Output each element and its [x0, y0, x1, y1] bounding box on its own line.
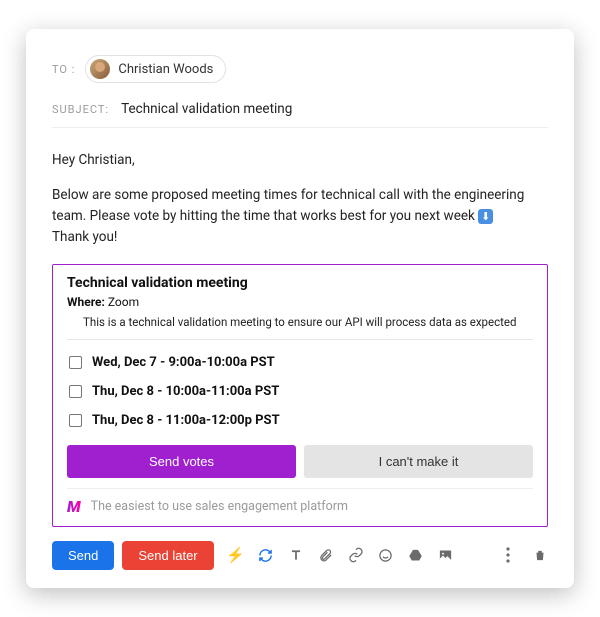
- poll-option-label: Thu, Dec 8 - 10:00a-11:00a PST: [92, 384, 279, 399]
- toolbar-right: [500, 547, 548, 563]
- poll-footer-tagline: The easiest to use sales engagement plat…: [91, 499, 348, 514]
- drive-icon[interactable]: [408, 547, 424, 563]
- link-icon[interactable]: [348, 547, 364, 563]
- send-button[interactable]: Send: [52, 541, 114, 570]
- poll-option[interactable]: Thu, Dec 8 - 10:00a-11:00a PST: [67, 377, 533, 406]
- meeting-poll: Technical validation meeting Where: Zoom…: [52, 264, 548, 527]
- to-row: TO : Christian Woods: [52, 55, 548, 83]
- poll-option[interactable]: Thu, Dec 8 - 11:00a-12:00p PST: [67, 406, 533, 435]
- trash-icon[interactable]: [532, 547, 548, 563]
- email-body[interactable]: Hey Christian, Below are some proposed m…: [52, 150, 548, 248]
- toolbar-icons: ⚡: [228, 547, 492, 563]
- emoji-icon[interactable]: [378, 547, 394, 563]
- editor-toolbar: Send Send later ⚡: [52, 541, 548, 570]
- poll-where: Where: Zoom: [67, 295, 533, 309]
- poll-title: Technical validation meeting: [67, 275, 533, 291]
- poll-option[interactable]: Wed, Dec 7 - 9:00a-10:00a PST: [67, 348, 533, 377]
- refresh-icon[interactable]: [258, 547, 274, 563]
- subject-text[interactable]: Technical validation meeting: [121, 101, 292, 117]
- subject-label: SUBJECT:: [52, 103, 109, 116]
- to-label: TO :: [52, 63, 75, 76]
- checkbox-icon[interactable]: [69, 414, 82, 427]
- down-arrow-icon: ⬇: [478, 209, 493, 224]
- recipient-chip[interactable]: Christian Woods: [85, 55, 226, 83]
- brand-logo-icon: M: [67, 497, 81, 516]
- poll-option-label: Thu, Dec 8 - 11:00a-12:00p PST: [92, 413, 280, 428]
- poll-option-label: Wed, Dec 7 - 9:00a-10:00a PST: [92, 355, 275, 370]
- cant-make-it-button[interactable]: I can't make it: [304, 445, 533, 478]
- attachment-icon[interactable]: [318, 547, 334, 563]
- body-paragraph: Below are some proposed meeting times fo…: [52, 185, 548, 248]
- greeting: Hey Christian,: [52, 150, 548, 171]
- more-icon[interactable]: [500, 547, 516, 563]
- checkbox-icon[interactable]: [69, 356, 82, 369]
- send-votes-button[interactable]: Send votes: [67, 445, 296, 478]
- send-later-button[interactable]: Send later: [122, 541, 213, 570]
- compose-email-card: TO : Christian Woods SUBJECT: Technical …: [26, 29, 574, 588]
- bolt-icon[interactable]: ⚡: [228, 547, 244, 563]
- checkbox-icon[interactable]: [69, 385, 82, 398]
- subject-row: SUBJECT: Technical validation meeting: [52, 101, 548, 128]
- poll-footer: M The easiest to use sales engagement pl…: [67, 488, 533, 516]
- poll-description: This is a technical validation meeting t…: [67, 311, 533, 340]
- text-format-icon[interactable]: [288, 547, 304, 563]
- recipient-name: Christian Woods: [118, 62, 213, 77]
- poll-button-row: Send votes I can't make it: [67, 445, 533, 478]
- image-icon[interactable]: [438, 547, 454, 563]
- avatar: [90, 59, 110, 79]
